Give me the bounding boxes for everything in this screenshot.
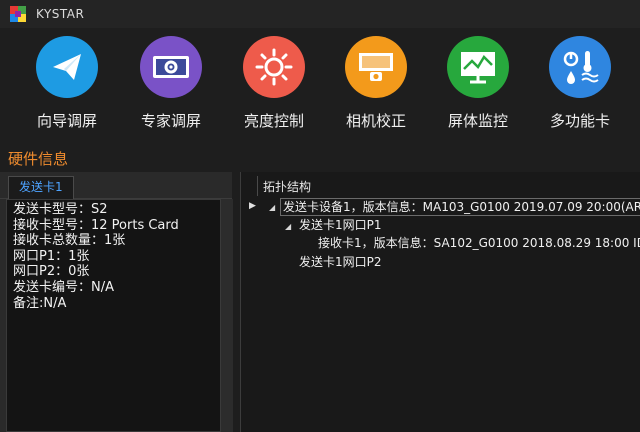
screen-monitor-icon — [447, 36, 509, 98]
multifunction-card-label: 多功能卡 — [549, 112, 610, 130]
row-pointer-icon: ▶ — [249, 201, 256, 211]
brightness-control-button[interactable]: 亮度控制 — [224, 36, 324, 131]
info-line-receive-card-model: 接收卡型号：12 Ports Card — [13, 217, 179, 233]
hardware-info-title: 硬件信息 — [8, 150, 69, 168]
tree-node-port-p2[interactable]: 发送卡1网口P2 — [297, 254, 384, 270]
screen-monitor-label: 屏体监控 — [447, 112, 508, 130]
info-line-port-p2: 网口P2：0张 — [13, 264, 90, 280]
info-line-send-card-number: 发送卡编号：N/A — [13, 279, 114, 295]
topology-header: 拓扑结构 — [241, 176, 640, 196]
info-line-remarks: 备注:N/A — [13, 295, 67, 311]
app-title: KYSTAR — [36, 7, 85, 21]
tree-node-sender-device[interactable]: 发送卡设备1，版本信息：MA103_G0100 2019.07.09 20:00… — [280, 198, 640, 216]
paper-plane-icon — [36, 36, 98, 98]
expand-sender-icon[interactable]: ◢ — [269, 203, 275, 212]
monitor-gear-icon — [140, 36, 202, 98]
tab-strip: 发送卡1 — [0, 172, 232, 199]
camera-calibration-icon — [345, 36, 407, 98]
header-divider — [257, 176, 258, 196]
screen-monitor-button[interactable]: 屏体监控 — [428, 36, 528, 131]
info-scrollbar[interactable] — [220, 199, 233, 432]
wizard-screen-button[interactable]: 向导调屏 — [17, 36, 117, 131]
info-line-port-p1: 网口P1：1张 — [13, 248, 90, 264]
expert-screen-button[interactable]: 专家调屏 — [121, 36, 221, 131]
topology-header-label: 拓扑结构 — [263, 180, 312, 194]
app-logo-icon — [10, 6, 26, 22]
sun-icon — [243, 36, 305, 98]
expand-port-p1-icon[interactable]: ◢ — [285, 222, 291, 231]
multifunction-card-icon — [549, 36, 611, 98]
main-toolbar: 向导调屏 专家调屏 亮度控制 相机校正 屏体监控 多功能卡 — [0, 36, 640, 140]
brightness-control-label: 亮度控制 — [243, 112, 304, 130]
hardware-info-text: 发送卡型号：S2 接收卡型号：12 Ports Card 接收卡总数量：1张 网… — [6, 199, 220, 432]
info-line-receive-card-count: 接收卡总数量：1张 — [13, 233, 126, 249]
hardware-info-panel: 发送卡1 发送卡型号：S2 接收卡型号：12 Ports Card 接收卡总数量… — [0, 172, 233, 432]
tab-send-card-1[interactable]: 发送卡1 — [8, 176, 74, 199]
tree-node-receive-card-1[interactable]: 接收卡1，版本信息：SA102_G0100 2018.08.29 18:00 I… — [316, 235, 640, 251]
title-bar: KYSTAR — [0, 0, 640, 28]
expert-screen-label: 专家调屏 — [140, 112, 201, 130]
camera-calibration-label: 相机校正 — [345, 112, 406, 130]
tree-node-port-p1[interactable]: 发送卡1网口P1 — [297, 217, 384, 233]
info-line-send-card-model: 发送卡型号：S2 — [13, 202, 108, 217]
wizard-screen-label: 向导调屏 — [36, 112, 97, 130]
camera-calibration-button[interactable]: 相机校正 — [326, 36, 426, 131]
topology-panel: 拓扑结构 ▶ ◢ 发送卡设备1，版本信息：MA103_G0100 2019.07… — [240, 172, 640, 432]
multifunction-card-button[interactable]: 多功能卡 — [530, 36, 630, 131]
